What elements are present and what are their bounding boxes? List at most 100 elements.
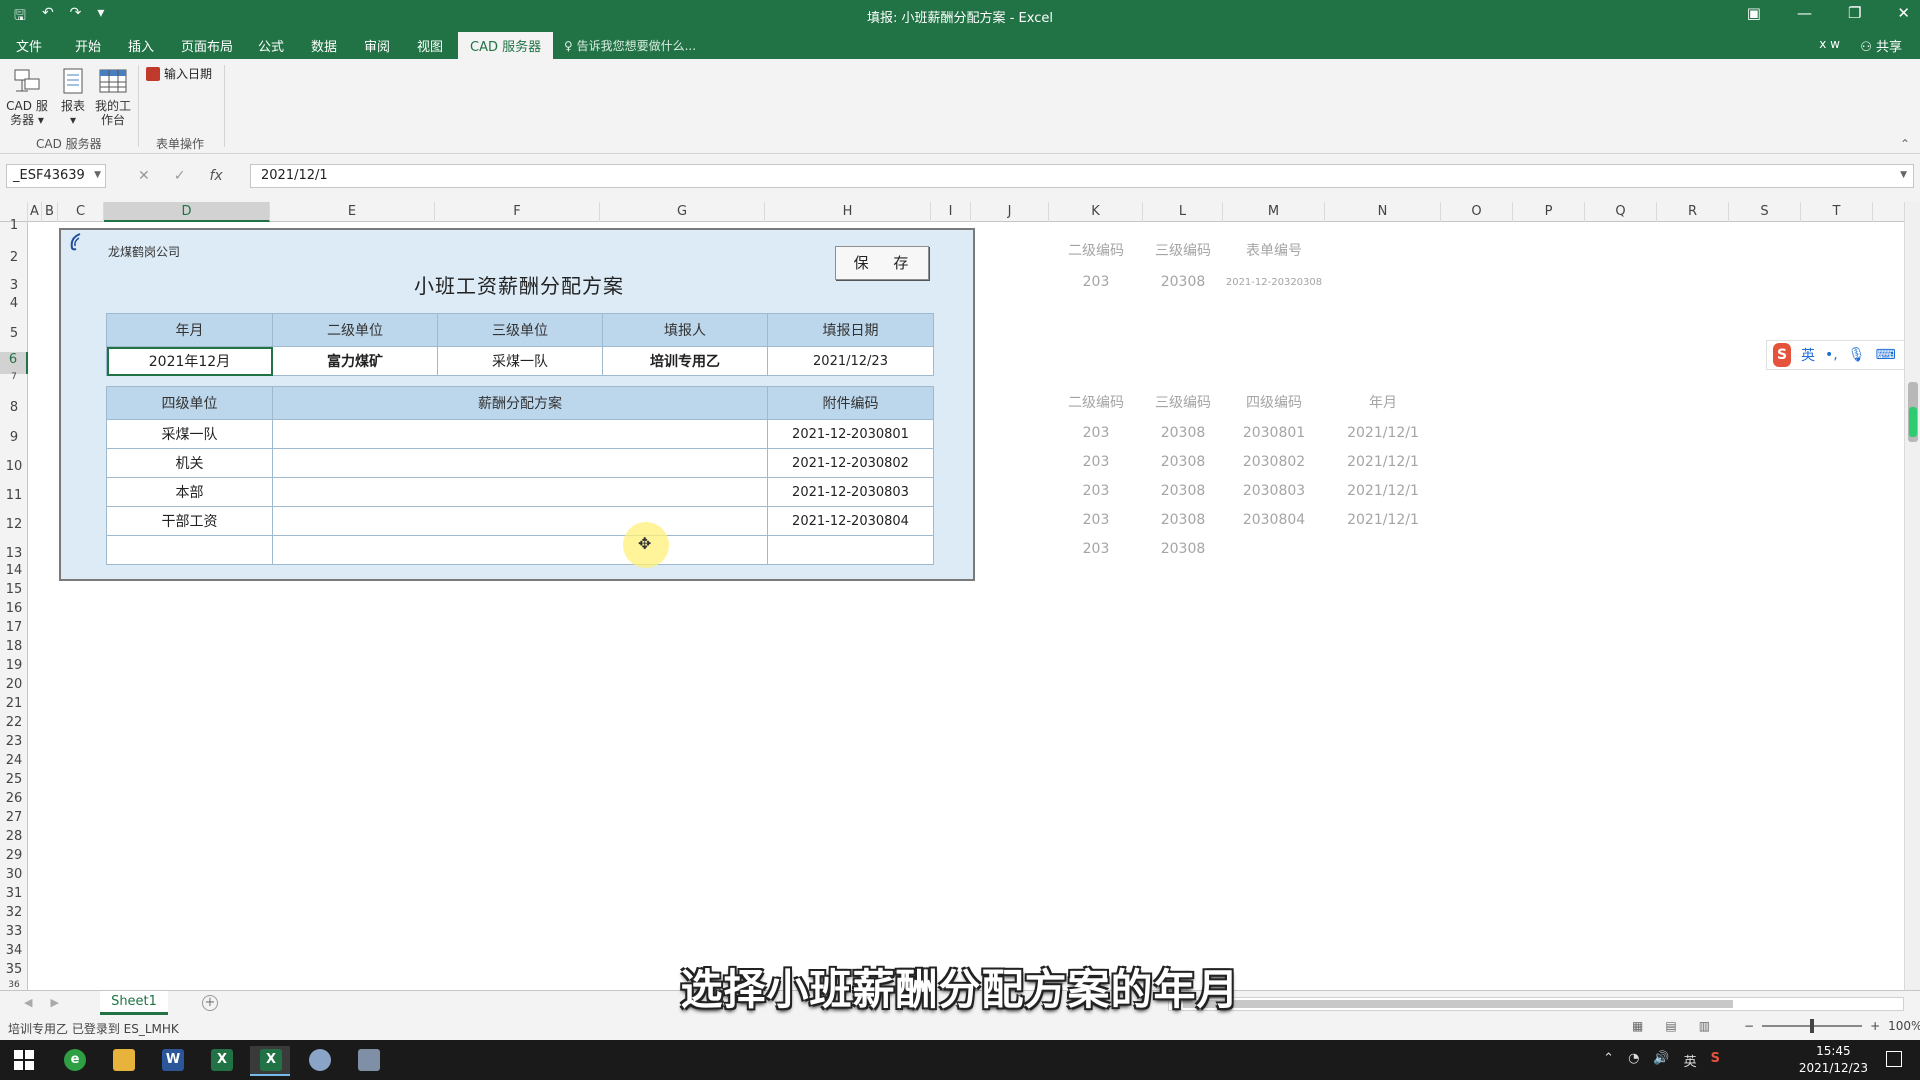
row-header[interactable]: 25 xyxy=(0,772,28,787)
row-header[interactable]: 33 xyxy=(0,924,28,939)
normal-view-icon[interactable]: ▦ xyxy=(1632,1019,1643,1033)
attachment-code-cell[interactable]: 2021-12-2030804 xyxy=(767,506,934,536)
column-header[interactable]: K xyxy=(1049,202,1143,222)
name-box[interactable]: _ESF43639 ▼ xyxy=(6,164,106,188)
enter-icon[interactable]: ✓ xyxy=(174,168,186,184)
column-header[interactable]: M xyxy=(1223,202,1325,222)
page-break-view-icon[interactable]: ▥ xyxy=(1699,1019,1710,1033)
taskbar-app-excel[interactable]: X xyxy=(201,1046,241,1076)
row-header[interactable]: 17 xyxy=(0,620,28,635)
side-cell[interactable]: 203 xyxy=(1049,541,1143,557)
side-cell[interactable]: 2021-12-20320308 xyxy=(1213,277,1335,288)
side-cell[interactable]: 2030801 xyxy=(1223,425,1325,441)
tell-me-search[interactable]: ♀ 告诉我您想要做什么... xyxy=(564,37,696,54)
row-header[interactable]: 31 xyxy=(0,886,28,901)
row-header[interactable]: 12 xyxy=(0,517,28,532)
sogou-tray-icon[interactable]: S xyxy=(1711,1051,1720,1070)
row-header[interactable]: 10 xyxy=(0,459,28,474)
attachment-code-cell[interactable]: 2021-12-2030802 xyxy=(767,448,934,478)
row-header[interactable]: 20 xyxy=(0,677,28,692)
side-cell[interactable]: 203 xyxy=(1049,425,1143,441)
report-date-cell[interactable]: 2021/12/23 xyxy=(767,346,934,376)
minimize-icon[interactable]: — xyxy=(1797,4,1812,22)
row-header[interactable]: 30 xyxy=(0,867,28,882)
row-header[interactable]: 3 xyxy=(0,278,28,293)
side-cell[interactable]: 20308 xyxy=(1143,454,1223,470)
attachment-code-cell[interactable]: 2021-12-2030801 xyxy=(767,419,934,449)
notification-center-icon[interactable] xyxy=(1886,1051,1902,1067)
vertical-scrollbar[interactable] xyxy=(1904,202,1920,990)
column-header[interactable]: P xyxy=(1513,202,1585,222)
zoom-level[interactable]: 100% xyxy=(1888,1019,1920,1033)
reporter-cell[interactable]: 培训专用乙 xyxy=(602,346,768,376)
ime-mode-toggle[interactable]: 英 xyxy=(1801,345,1815,365)
tab-formulas[interactable]: 公式 xyxy=(258,36,284,55)
row-header[interactable]: 24 xyxy=(0,753,28,768)
taskbar-app-tool[interactable] xyxy=(348,1046,388,1076)
row-header[interactable]: 6 xyxy=(0,352,28,374)
unit-cell[interactable] xyxy=(106,535,273,565)
input-method-bar[interactable]: S 英 •, 🎙 ⌨ ▦ xyxy=(1766,340,1920,370)
side-cell[interactable]: 203 xyxy=(1049,512,1143,528)
side-cell[interactable]: 2030802 xyxy=(1223,454,1325,470)
collapse-ribbon-icon[interactable]: ⌃ xyxy=(1900,137,1910,151)
unit-cell[interactable]: 干部工资 xyxy=(106,506,273,536)
row-header[interactable]: 9 xyxy=(0,430,28,445)
row-header[interactable]: 19 xyxy=(0,658,28,673)
punctuation-icon[interactable]: •, xyxy=(1825,347,1838,363)
column-header[interactable]: R xyxy=(1657,202,1729,222)
side-cell[interactable]: 2030804 xyxy=(1223,512,1325,528)
column-header[interactable]: S xyxy=(1729,202,1801,222)
row-header[interactable]: 4 xyxy=(0,296,28,311)
function-icon[interactable]: fx xyxy=(209,168,222,184)
page-layout-view-icon[interactable]: ▤ xyxy=(1665,1019,1676,1033)
column-header[interactable]: D xyxy=(104,202,270,222)
side-cell[interactable]: 2021/12/1 xyxy=(1325,454,1441,470)
tab-review[interactable]: 审阅 xyxy=(364,36,390,55)
column-header[interactable]: O xyxy=(1441,202,1513,222)
column-header[interactable]: B xyxy=(42,202,58,222)
tab-data[interactable]: 数据 xyxy=(311,36,337,55)
taskbar-app-word[interactable]: W xyxy=(152,1046,192,1076)
side-cell[interactable]: 2021/12/1 xyxy=(1325,512,1441,528)
row-header[interactable]: 18 xyxy=(0,639,28,654)
tab-cad-server[interactable]: CAD 服务器 xyxy=(458,32,554,59)
unit-cell[interactable]: 采煤一队 xyxy=(106,419,273,449)
attachment-code-cell[interactable] xyxy=(767,535,934,565)
share-button[interactable]: ⚇ 共享 xyxy=(1860,36,1902,55)
tray-ime-indicator[interactable]: 英 xyxy=(1684,1051,1697,1070)
side-cell[interactable]: 2021/12/1 xyxy=(1325,483,1441,499)
tab-file[interactable]: 文件 xyxy=(16,36,42,55)
cad-server-button[interactable]: CAD 服务器 ▾ xyxy=(4,67,50,127)
row-header[interactable]: 27 xyxy=(0,810,28,825)
tab-view[interactable]: 视图 xyxy=(417,36,443,55)
zoom-out-icon[interactable]: − xyxy=(1744,1019,1754,1033)
column-header[interactable]: J xyxy=(971,202,1049,222)
microphone-icon[interactable]: 🎙 xyxy=(1848,347,1866,363)
save-button[interactable]: 保 存 xyxy=(835,246,929,280)
column-header[interactable]: T xyxy=(1801,202,1873,222)
side-cell[interactable]: 20308 xyxy=(1143,425,1223,441)
row-header[interactable]: 26 xyxy=(0,791,28,806)
row-header[interactable]: 8 xyxy=(0,400,28,415)
column-header[interactable]: C xyxy=(58,202,104,222)
row-header[interactable]: 22 xyxy=(0,715,28,730)
attachment-code-cell[interactable]: 2021-12-2030803 xyxy=(767,477,934,507)
column-header[interactable]: Q xyxy=(1585,202,1657,222)
column-header[interactable]: F xyxy=(435,202,600,222)
taskbar-app-remote[interactable] xyxy=(299,1046,339,1076)
formula-input[interactable]: 2021/12/1 ▼ xyxy=(250,164,1914,188)
row-header[interactable]: 23 xyxy=(0,734,28,749)
tab-home[interactable]: 开始 xyxy=(75,36,101,55)
tab-page-layout[interactable]: 页面布局 xyxy=(181,36,233,55)
second-level-unit-cell[interactable]: 富力煤矿 xyxy=(272,346,438,376)
row-header[interactable]: 7 xyxy=(0,372,28,382)
volume-icon[interactable]: 🔊 xyxy=(1653,1051,1669,1070)
ribbon-display-icon[interactable]: ▣ xyxy=(1747,4,1761,22)
close-icon[interactable]: ✕ xyxy=(1897,4,1910,22)
workbench-button[interactable]: 我的工作台 xyxy=(90,67,136,127)
side-cell[interactable]: 20308 xyxy=(1143,483,1223,499)
row-header[interactable]: 32 xyxy=(0,905,28,920)
zoom-slider-knob[interactable] xyxy=(1810,1019,1815,1033)
restore-icon[interactable]: ❐ xyxy=(1848,4,1861,22)
